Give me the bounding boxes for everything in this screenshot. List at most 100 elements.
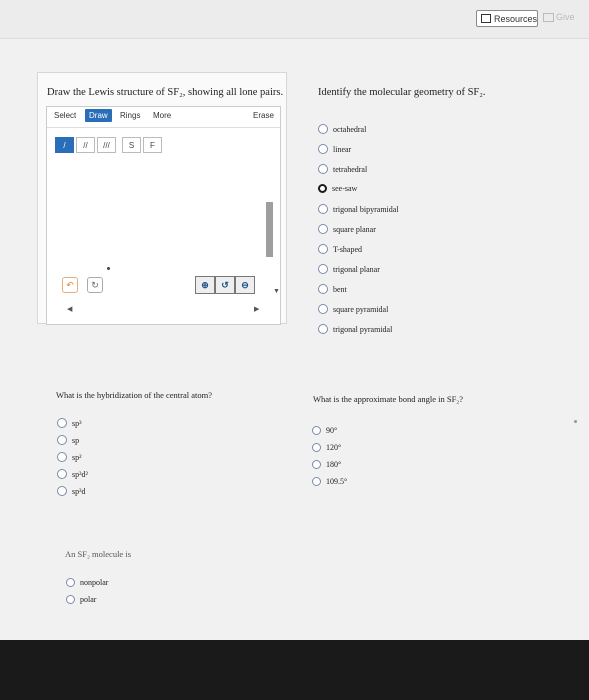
- q2-radio[interactable]: [318, 324, 328, 334]
- q3-option-label: sp: [72, 435, 80, 445]
- q2-radio[interactable]: [318, 204, 328, 214]
- q4-option[interactable]: 109.5°: [312, 477, 347, 486]
- q2-option-label: trigonal planar: [333, 264, 380, 274]
- triple-bond-tool[interactable]: ///: [97, 137, 116, 153]
- q4-prompt: What is the approximate bond angle in SF…: [313, 394, 464, 404]
- q2-radio[interactable]: [318, 164, 328, 174]
- select-tool[interactable]: Select: [54, 111, 76, 120]
- q5-radio[interactable]: [66, 595, 75, 604]
- q3-option[interactable]: sp³d: [57, 486, 86, 496]
- q2-prompt: Identify the molecular geometry of SF₂.: [318, 87, 486, 98]
- q3-radio[interactable]: [57, 452, 67, 462]
- q2-option-label: square planar: [333, 224, 376, 234]
- q3-option[interactable]: sp³: [57, 418, 82, 428]
- resources-icon: [481, 14, 491, 23]
- q5-option[interactable]: polar: [66, 595, 96, 604]
- draw-tool[interactable]: Draw: [85, 109, 112, 122]
- canvas-dot: [107, 267, 110, 270]
- q2-option-label: octahedral: [333, 124, 367, 134]
- fluorine-atom-tool[interactable]: F: [143, 137, 162, 153]
- q3-radio[interactable]: [57, 469, 67, 479]
- q2-radio[interactable]: [318, 124, 328, 134]
- page: Resources Give Draw the Lewis structure …: [0, 0, 589, 640]
- q2-radio[interactable]: [318, 244, 328, 254]
- q5-option-label: nonpolar: [80, 578, 109, 587]
- top-bar: Resources Give: [0, 0, 589, 39]
- q3-radio[interactable]: [57, 435, 67, 445]
- q2-option[interactable]: trigonal bipyramidal: [318, 204, 399, 214]
- scroll-right-arrow-icon[interactable]: ▶: [254, 305, 259, 313]
- q2-option[interactable]: bent: [318, 284, 347, 294]
- q4-option[interactable]: 120°: [312, 443, 341, 452]
- q2-option[interactable]: octahedral: [318, 124, 366, 134]
- q2-option[interactable]: trigonal planar: [318, 264, 380, 274]
- q3-prompt: What is the hybridization of the central…: [56, 390, 213, 400]
- q3-option-label: sp²: [72, 452, 82, 462]
- rings-tool[interactable]: Rings: [120, 111, 140, 120]
- zoom-out-icon[interactable]: ⊖: [235, 276, 255, 294]
- give-label: Give: [556, 12, 575, 22]
- give-button[interactable]: Give: [543, 12, 575, 22]
- editor-toolbar: Select Draw Rings More Erase: [47, 107, 280, 128]
- q2-radio[interactable]: [318, 144, 328, 154]
- redo-icon[interactable]: ↻: [87, 277, 103, 293]
- undo-icon[interactable]: ↶: [62, 277, 78, 293]
- scroll-down-arrow-icon[interactable]: ▼: [273, 287, 280, 295]
- q2-option[interactable]: see-saw: [318, 184, 357, 193]
- q2-option[interactable]: T-shaped: [318, 244, 362, 254]
- q5-prompt: An SF₂ molecule is: [65, 549, 132, 559]
- q4-radio[interactable]: [312, 460, 321, 469]
- q4-option-label: 120°: [326, 443, 342, 452]
- zoom-controls: ⊕ ↺ ⊖: [195, 276, 255, 294]
- q2-option[interactable]: trigonal pyramidal: [318, 324, 392, 334]
- erase-tool[interactable]: Erase: [253, 111, 274, 120]
- q2-option-label: tetrahedral: [333, 164, 368, 174]
- q5-option-label: polar: [80, 595, 97, 604]
- q2-option-label: bent: [333, 284, 347, 294]
- q3-option[interactable]: sp³d²: [57, 469, 88, 479]
- q3-radio[interactable]: [57, 486, 67, 496]
- q3-option-label: sp³d²: [72, 469, 88, 479]
- q2-option[interactable]: square pyramidal: [318, 304, 388, 314]
- q5-option[interactable]: nonpolar: [66, 578, 108, 587]
- q3-option-label: sp³d: [72, 486, 86, 496]
- q3-option[interactable]: sp: [57, 435, 79, 445]
- resources-button[interactable]: Resources: [476, 10, 538, 27]
- q2-option[interactable]: linear: [318, 144, 351, 154]
- double-bond-tool[interactable]: //: [76, 137, 95, 153]
- q3-radio[interactable]: [57, 418, 67, 428]
- q2-option-label: trigonal pyramidal: [333, 324, 393, 334]
- q2-option-label: see-saw: [332, 184, 358, 193]
- q2-radio[interactable]: [318, 304, 328, 314]
- q2-radio[interactable]: [318, 284, 328, 294]
- fit-icon[interactable]: ↺: [215, 276, 235, 294]
- zoom-in-icon[interactable]: ⊕: [195, 276, 215, 294]
- scroll-left-arrow-icon[interactable]: ◀: [67, 305, 72, 313]
- q2-option-label: square pyramidal: [333, 304, 389, 314]
- q4-option-label: 90°: [326, 426, 338, 435]
- lewis-editor[interactable]: Select Draw Rings More Erase / // /// S …: [46, 106, 281, 325]
- q2-radio[interactable]: [318, 264, 328, 274]
- q4-radio[interactable]: [312, 426, 321, 435]
- q2-option-label: trigonal bipyramidal: [333, 204, 399, 214]
- q1-prompt: Draw the Lewis structure of SF₂, showing…: [47, 87, 284, 98]
- q2-radio[interactable]: [318, 184, 327, 193]
- q4-option[interactable]: 180°: [312, 460, 341, 469]
- q4-radio[interactable]: [312, 477, 321, 486]
- q3-option[interactable]: sp²: [57, 452, 82, 462]
- q5-radio[interactable]: [66, 578, 75, 587]
- q2-option-label: T-shaped: [333, 244, 363, 254]
- vertical-scrollbar[interactable]: [266, 202, 273, 257]
- more-tool[interactable]: More: [153, 111, 171, 120]
- q4-option-label: 109.5°: [326, 477, 348, 486]
- q2-option[interactable]: square planar: [318, 224, 376, 234]
- q2-radio[interactable]: [318, 224, 328, 234]
- q4-option-label: 180°: [326, 460, 342, 469]
- decorative-dot: [574, 420, 577, 423]
- single-bond-tool[interactable]: /: [55, 137, 74, 153]
- q4-radio[interactable]: [312, 443, 321, 452]
- q4-option[interactable]: 90°: [312, 426, 337, 435]
- sulfur-atom-tool[interactable]: S: [122, 137, 141, 153]
- resources-label: Resources: [493, 13, 537, 24]
- q2-option[interactable]: tetrahedral: [318, 164, 367, 174]
